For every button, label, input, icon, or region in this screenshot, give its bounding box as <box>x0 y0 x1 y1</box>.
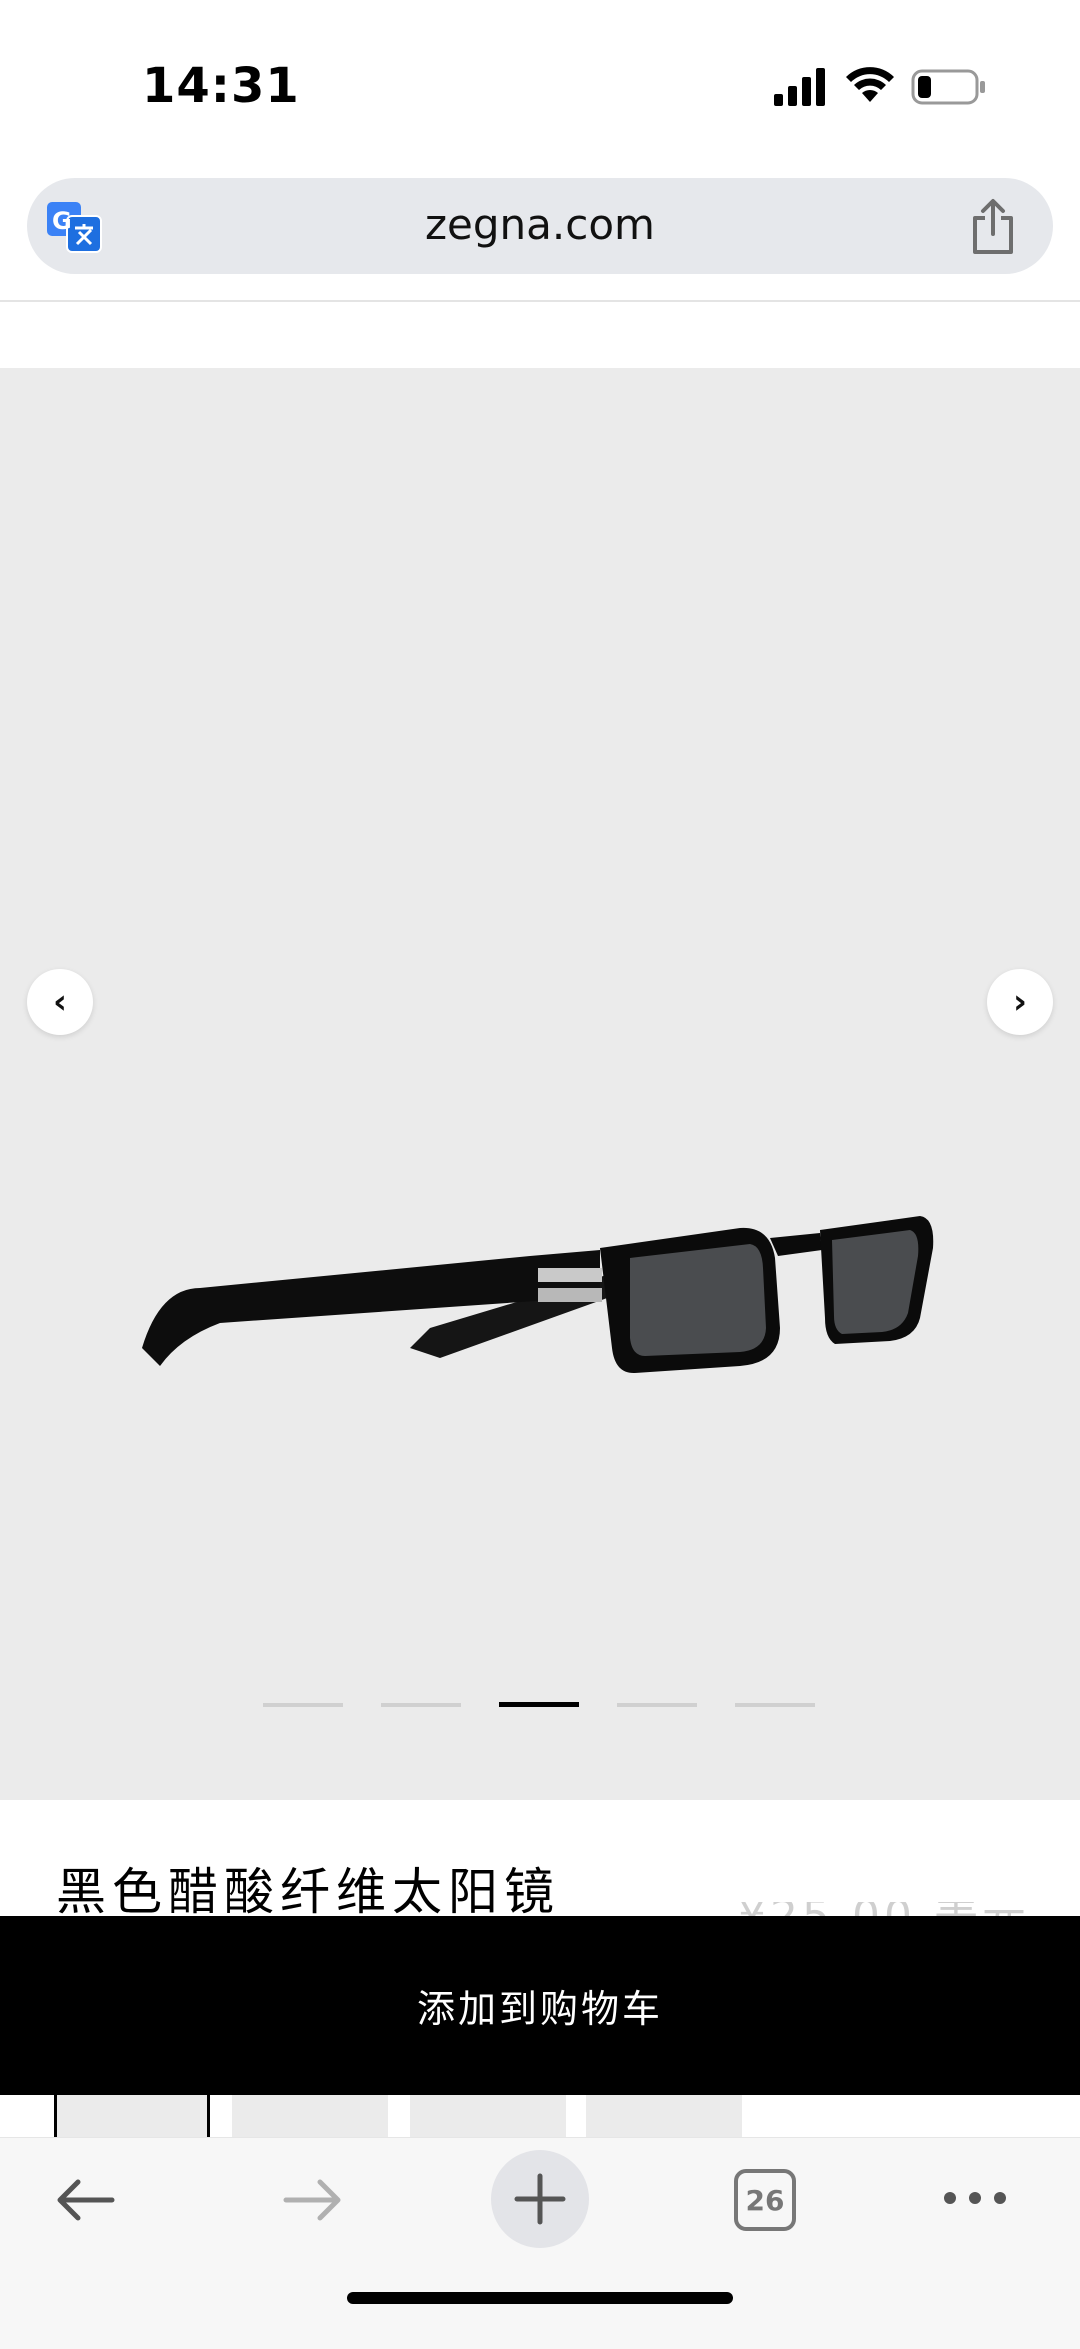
status-time: 14:31 <box>142 58 300 114</box>
browser-toolbar: 26 <box>0 2137 1080 2349</box>
forward-arrow-icon[interactable] <box>280 2168 344 2232</box>
thumbnail-strip <box>0 2095 1080 2137</box>
cellular-signal-icon <box>774 68 825 106</box>
url-text[interactable]: zegna.com <box>27 200 1053 249</box>
previous-image-button[interactable]: ‹ <box>27 969 93 1035</box>
pagination-dot[interactable] <box>381 1703 461 1707</box>
thumbnail-selected[interactable] <box>54 2095 210 2137</box>
status-bar: 14:31 <box>0 0 1080 170</box>
chevron-left-icon: ‹ <box>52 982 67 1022</box>
next-image-button[interactable]: › <box>987 969 1053 1035</box>
gallery-pagination <box>263 1702 815 1708</box>
share-icon[interactable] <box>967 198 1019 256</box>
plus-icon <box>514 2173 566 2225</box>
header-divider <box>0 300 1080 302</box>
address-bar[interactable]: G zegna.com <box>27 178 1053 274</box>
tab-switcher-button[interactable]: 26 <box>734 2169 796 2231</box>
pagination-dot-active[interactable] <box>499 1702 579 1707</box>
product-title: 黑色醋酸纤维太阳镜 <box>56 1863 560 1921</box>
thumbnail[interactable] <box>586 2095 742 2137</box>
sunglasses-product-image <box>142 1216 934 1374</box>
pagination-dot[interactable] <box>263 1703 343 1707</box>
pagination-dot[interactable] <box>617 1703 697 1707</box>
pagination-dot[interactable] <box>735 1703 815 1707</box>
thumbnail[interactable] <box>410 2095 566 2137</box>
more-options-icon[interactable] <box>942 2186 1008 2210</box>
battery-icon <box>911 69 985 105</box>
add-to-cart-button[interactable]: 添加到购物车 <box>0 1916 1080 2095</box>
product-price: ¥25,00 美元 <box>738 1902 1030 1916</box>
chevron-right-icon: › <box>1012 982 1027 1022</box>
tab-count: 26 <box>745 2183 785 2217</box>
thumbnail[interactable] <box>232 2095 388 2137</box>
home-indicator <box>347 2292 733 2304</box>
back-arrow-icon[interactable] <box>54 2168 118 2232</box>
wifi-icon <box>846 67 894 102</box>
product-image-gallery[interactable]: ‹ › <box>0 368 1080 1800</box>
new-tab-button[interactable] <box>491 2150 589 2248</box>
